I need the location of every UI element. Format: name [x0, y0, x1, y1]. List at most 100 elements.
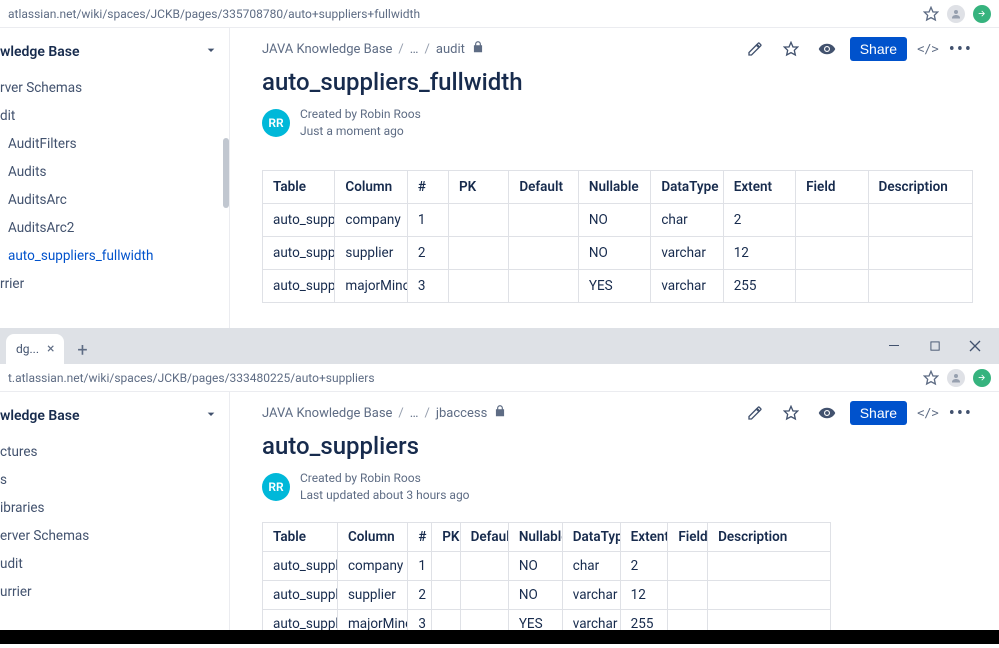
- column-header: Column: [335, 170, 407, 203]
- table-cell: varchar: [651, 236, 723, 269]
- table-row: auto_suppliersmajorMinors3YESvarchar255: [263, 609, 831, 630]
- table-cell: [460, 551, 508, 580]
- table-row: auto_supplierssupplier2NOvarchar12: [263, 580, 831, 609]
- sidebar-item[interactable]: ibraries: [0, 494, 229, 522]
- sidebar-item[interactable]: dit: [0, 102, 229, 130]
- sidebar-item[interactable]: Audits: [0, 158, 229, 186]
- column-header: Default: [460, 522, 508, 551]
- table-cell: [460, 609, 508, 630]
- page-meta: RR Created by Robin Roos Just a moment a…: [262, 106, 973, 140]
- browser-tab-strip: dg... × +: [0, 328, 999, 364]
- table-cell: varchar: [562, 609, 620, 630]
- browser-tab[interactable]: dg... ×: [6, 334, 64, 364]
- table-cell: NO: [578, 203, 650, 236]
- chevron-down-icon[interactable]: [203, 42, 219, 62]
- window-minimize-icon[interactable]: [875, 332, 915, 360]
- table-cell: varchar: [562, 580, 620, 609]
- table-cell: auto_suppliers: [263, 203, 335, 236]
- column-header: Description: [868, 170, 972, 203]
- window-close-icon[interactable]: [955, 332, 995, 360]
- table-cell: 255: [620, 609, 668, 630]
- page-title: auto_suppliers_fullwidth: [262, 68, 973, 96]
- sidebar-space-title[interactable]: wledge Base: [0, 38, 229, 74]
- new-tab-button[interactable]: +: [68, 336, 96, 364]
- table-cell: 1: [408, 551, 432, 580]
- url-text: atlassian.net/wiki/spaces/JCKB/pages/335…: [8, 7, 923, 21]
- page-actions: Share </> •••: [742, 36, 973, 62]
- star-icon[interactable]: [778, 400, 804, 426]
- page-meta: RR Created by Robin Roos Last updated ab…: [262, 470, 973, 504]
- share-button[interactable]: Share: [850, 401, 907, 425]
- schema-table-2: TableColumn#PKDefaultNullableDataTypeExt…: [262, 522, 831, 630]
- table-cell: [448, 203, 508, 236]
- column-header: DataType: [562, 522, 620, 551]
- column-header: Extent: [620, 522, 668, 551]
- sidebar-item[interactable]: rrier: [0, 270, 229, 298]
- table-cell: 2: [620, 551, 668, 580]
- more-actions-icon[interactable]: •••: [949, 403, 973, 424]
- column-header: #: [408, 522, 432, 551]
- column-header: Nullable: [508, 522, 562, 551]
- column-header: Description: [708, 522, 831, 551]
- breadcrumb-ellipsis[interactable]: …: [410, 42, 419, 57]
- breadcrumb-ellipsis[interactable]: …: [410, 406, 419, 421]
- sidebar-item[interactable]: urrier: [0, 578, 229, 606]
- breadcrumb-space[interactable]: JAVA Knowledge Base: [262, 406, 392, 421]
- sidebar-item[interactable]: erver Schemas: [0, 522, 229, 550]
- page-title: auto_suppliers: [262, 432, 973, 460]
- author-avatar[interactable]: RR: [262, 109, 290, 137]
- table-cell: [432, 609, 460, 630]
- watch-icon[interactable]: [814, 400, 840, 426]
- sidebar-item[interactable]: AuditsArc2: [0, 214, 229, 242]
- table-cell: 2: [407, 236, 448, 269]
- edit-icon[interactable]: [742, 400, 768, 426]
- table-cell: [708, 609, 831, 630]
- more-actions-icon[interactable]: •••: [949, 39, 973, 60]
- table-cell: 3: [407, 269, 448, 302]
- sidebar-item[interactable]: ctures: [0, 438, 229, 466]
- breadcrumb-sep: /: [398, 406, 403, 421]
- sidebar-space-title[interactable]: wledge Base: [0, 402, 229, 438]
- table-cell: NO: [508, 580, 562, 609]
- sidebar-item[interactable]: AuditFilters: [0, 130, 229, 158]
- profile-avatar-small[interactable]: [947, 5, 965, 23]
- edit-icon[interactable]: [742, 36, 768, 62]
- watch-icon[interactable]: [814, 36, 840, 62]
- sidebar-item[interactable]: udit: [0, 550, 229, 578]
- embed-icon[interactable]: </>: [917, 406, 939, 420]
- table-cell: [668, 580, 708, 609]
- sidebar-item[interactable]: auto_suppliers_fullwidth: [0, 242, 229, 270]
- sidebar-item[interactable]: s: [0, 466, 229, 494]
- scrollbar-thumb[interactable]: [223, 138, 229, 208]
- star-icon[interactable]: [778, 36, 804, 62]
- lock-icon: [493, 404, 507, 422]
- column-header: #: [407, 170, 448, 203]
- table-cell: [868, 269, 972, 302]
- os-taskbar[interactable]: [0, 630, 999, 644]
- column-header: Extent: [723, 170, 795, 203]
- extension-icon[interactable]: [973, 369, 991, 387]
- breadcrumb-space[interactable]: JAVA Knowledge Base: [262, 42, 392, 57]
- table-row: auto_supplierscompany1NOchar2: [263, 203, 973, 236]
- sidebar-item[interactable]: AuditsArc: [0, 186, 229, 214]
- chevron-down-icon[interactable]: [203, 406, 219, 426]
- table-cell: auto_suppliers: [263, 580, 338, 609]
- author-avatar[interactable]: RR: [262, 473, 290, 501]
- extension-icon[interactable]: [973, 5, 991, 23]
- sidebar-item[interactable]: rver Schemas: [0, 74, 229, 102]
- share-button[interactable]: Share: [850, 37, 907, 61]
- embed-icon[interactable]: </>: [917, 42, 939, 56]
- table-cell: NO: [578, 236, 650, 269]
- lock-icon: [471, 40, 485, 58]
- bookmark-star-icon[interactable]: [923, 6, 939, 22]
- breadcrumb-parent[interactable]: jbaccess: [436, 406, 487, 421]
- schema-table: TableColumn#PKDefaultNullableDataTypeExt…: [262, 170, 973, 303]
- table-row: auto_supplierssupplier2NOvarchar12: [263, 236, 973, 269]
- bookmark-star-icon[interactable]: [923, 370, 939, 386]
- breadcrumb-parent[interactable]: audit: [436, 42, 465, 57]
- table-cell: [796, 203, 868, 236]
- window-maximize-icon[interactable]: [915, 332, 955, 360]
- profile-avatar-small[interactable]: [947, 369, 965, 387]
- close-tab-icon[interactable]: ×: [47, 341, 54, 357]
- table-cell: [868, 203, 972, 236]
